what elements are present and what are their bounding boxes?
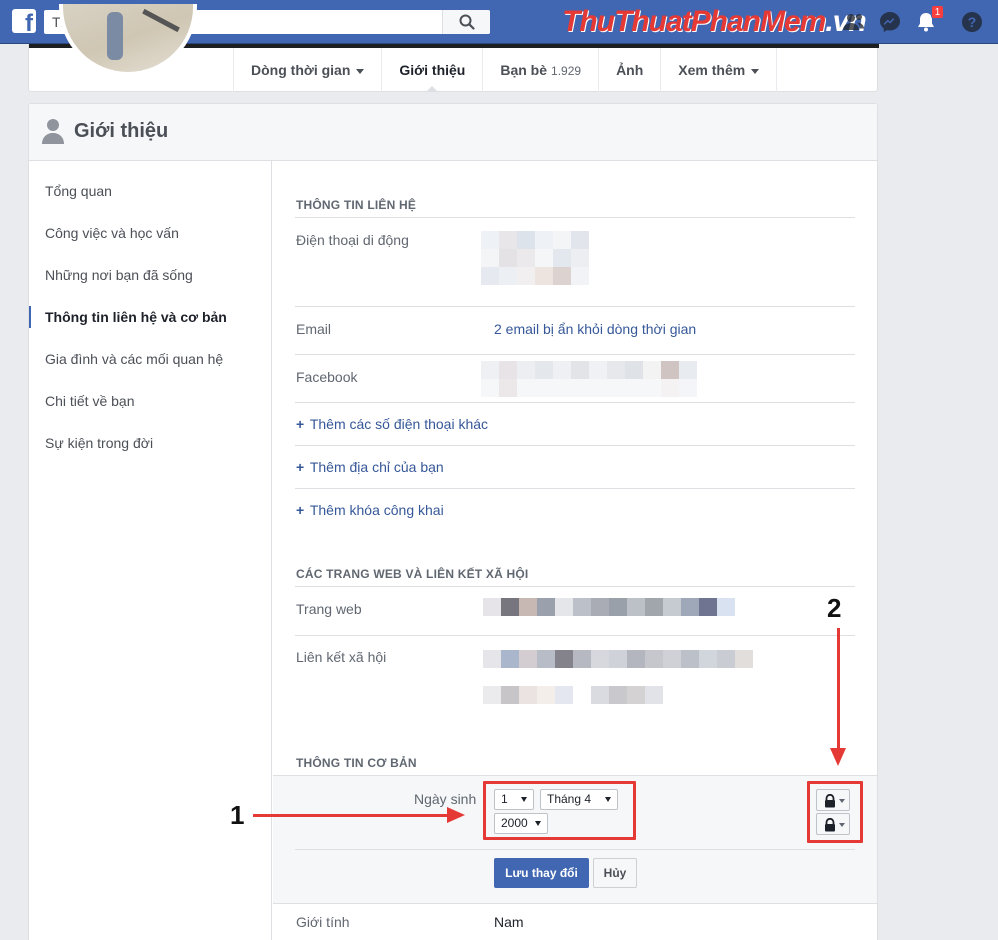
svg-text:?: ?	[968, 14, 977, 30]
facebook-label: Facebook	[296, 369, 358, 385]
email-label: Email	[296, 321, 332, 337]
add-address-link[interactable]: + Thêm địa chỉ của bạn	[296, 459, 444, 475]
gender-label: Giới tính	[296, 914, 350, 930]
nav-item-work-education[interactable]: Công việc và học vấn	[45, 225, 179, 241]
tab-more[interactable]: Xem thêm	[660, 48, 778, 92]
friend-requests-icon[interactable]	[842, 10, 866, 34]
nav-item-family-relationships[interactable]: Gia đình và các mối quan hệ	[45, 351, 223, 367]
tab-photos[interactable]: Ảnh	[598, 48, 660, 92]
search-button[interactable]	[442, 10, 490, 34]
add-public-key-link[interactable]: + Thêm khóa công khai	[296, 502, 444, 518]
social-links-pixelated	[483, 650, 753, 704]
annotation-label-2: 2	[827, 593, 842, 623]
divider	[295, 635, 855, 636]
mobile-label: Điện thoại di động	[296, 232, 409, 248]
divider	[295, 445, 855, 446]
facebook-logo-glyph: f	[25, 10, 33, 37]
page-title: Giới thiệu	[74, 120, 169, 142]
messenger-icon[interactable]	[878, 10, 902, 34]
birthday-label: Ngày sinh	[414, 791, 477, 807]
divider	[295, 402, 855, 403]
person-icon	[42, 119, 64, 144]
arrow-right-icon	[447, 807, 465, 823]
annotation-arrow-1	[253, 814, 449, 817]
divider	[295, 217, 855, 218]
basic-section-title: THÔNG TIN CƠ BẢN	[296, 756, 417, 770]
tab-friends[interactable]: Bạn bè 1.929	[482, 48, 598, 92]
arrow-down-icon	[830, 748, 846, 766]
tab-timeline[interactable]: Dòng thời gian	[233, 48, 381, 92]
avatar[interactable]	[59, 4, 197, 76]
about-header: Giới thiệu	[29, 104, 877, 161]
help-icon[interactable]: ?	[960, 10, 984, 34]
mobile-value-pixelated	[481, 231, 589, 285]
annotation-label-1: 1	[230, 800, 245, 830]
friend-count: 1.929	[551, 64, 582, 78]
nav-item-overview[interactable]: Tổng quan	[45, 183, 112, 199]
divider	[295, 586, 855, 587]
facebook-logo-icon[interactable]: f	[12, 9, 36, 37]
contact-section-title: THÔNG TIN LIÊN HỆ	[296, 198, 417, 212]
annotation-arrow-2	[837, 628, 840, 750]
nav-item-places-lived[interactable]: Những nơi bạn đã sống	[45, 267, 193, 283]
search-icon	[459, 14, 475, 30]
annotation-box-birthday	[483, 781, 636, 840]
watermark-logo: ThuThuatPhanMem.vn	[562, 5, 867, 38]
divider	[273, 903, 877, 904]
website-value-pixelated	[483, 598, 735, 616]
divider	[295, 354, 855, 355]
tab-about[interactable]: Giới thiệu	[381, 48, 482, 92]
divider	[295, 488, 855, 489]
annotation-box-privacy	[807, 781, 863, 843]
social-links-label: Liên kết xã hội	[296, 649, 387, 665]
cancel-button[interactable]: Hủy	[593, 858, 637, 888]
notification-badge: 1	[931, 5, 944, 19]
divider	[295, 306, 855, 307]
profile-tabs: Dòng thời gian Giới thiệu Bạn bè 1.929 Ản…	[233, 48, 778, 92]
chevron-down-icon	[356, 68, 365, 74]
add-phone-link[interactable]: + Thêm các số điện thoại khác	[296, 416, 488, 432]
nav-active-indicator	[29, 306, 31, 328]
save-changes-button[interactable]: Lưu thay đổi	[494, 858, 589, 888]
nav-item-details-about-you[interactable]: Chi tiết về bạn	[45, 393, 135, 409]
gender-value: Nam	[494, 914, 524, 930]
chevron-down-icon	[751, 68, 760, 74]
notifications-icon[interactable]: 1	[914, 5, 944, 34]
divider	[295, 849, 855, 850]
facebook-value-pixelated	[481, 361, 697, 397]
nav-item-contact-basic[interactable]: Thông tin liên hệ và cơ bản	[45, 309, 227, 325]
website-label: Trang web	[296, 601, 362, 617]
email-hidden-link[interactable]: 2 email bị ẩn khỏi dòng thời gian	[494, 321, 696, 337]
nav-item-life-events[interactable]: Sự kiện trong đời	[45, 435, 153, 451]
websites-section-title: CÁC TRANG WEB VÀ LIÊN KẾT XÃ HỘI	[296, 567, 529, 581]
profile-nav-card: Dòng thời gian Giới thiệu Bạn bè 1.929 Ản…	[28, 4, 879, 92]
